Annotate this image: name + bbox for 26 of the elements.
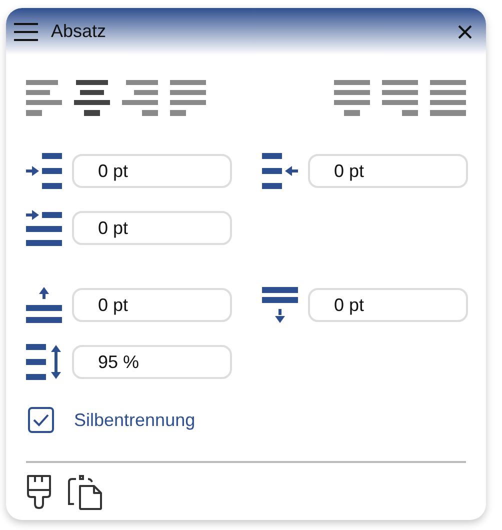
brush-icon[interactable] [26,474,52,510]
indent-right-icon [262,153,298,189]
panel-title: Absatz [51,21,108,42]
line-spacing-icon [26,344,62,380]
justify-align-icon[interactable] [170,80,206,116]
value-field[interactable]: 0 pt [72,288,232,322]
value-field[interactable]: 95 % [72,345,232,379]
value-field[interactable]: 0 pt [308,288,468,322]
hyphenation-checkbox[interactable] [28,407,54,433]
first-line-indent-icon [26,210,62,246]
value-field[interactable]: 0 pt [72,211,232,245]
justify-center-align-icon[interactable] [334,80,370,116]
menu-icon[interactable] [14,22,38,42]
center-align-icon[interactable] [74,80,110,116]
justify-all-align-icon[interactable] [430,80,466,116]
indent-left-icon [26,153,62,189]
value-field[interactable]: 0 pt [72,154,232,188]
close-icon[interactable] [458,24,472,38]
value-field[interactable]: 0 pt [308,154,468,188]
left-align-icon[interactable] [26,80,62,116]
right-align-icon[interactable] [122,80,158,116]
space-after-icon [262,287,298,323]
space-before-icon [26,287,62,323]
hyphenation-label: Silbentrennung [74,410,196,430]
justify-right-align-icon[interactable] [382,80,418,116]
clipboard-icon[interactable] [66,474,103,510]
